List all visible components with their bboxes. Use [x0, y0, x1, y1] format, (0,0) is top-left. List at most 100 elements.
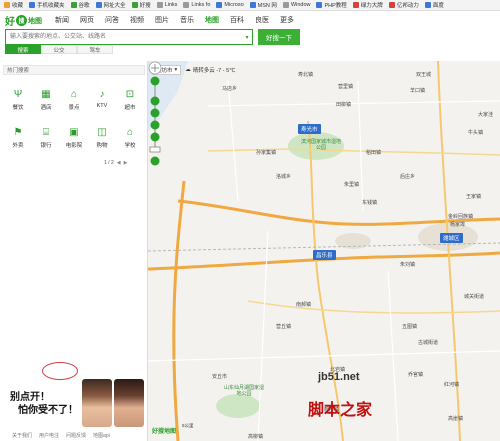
- bookmark-item[interactable]: Window: [282, 2, 310, 8]
- zoom-level-icon[interactable]: [150, 96, 160, 106]
- footer-link[interactable]: 地图api: [93, 432, 110, 439]
- bookmark-item[interactable]: 好搜: [131, 1, 151, 9]
- nav-item[interactable]: 问答: [105, 15, 119, 25]
- category-item[interactable]: ◫ 购物: [88, 127, 116, 149]
- bank-icon: ⌸: [43, 127, 49, 138]
- category-item[interactable]: ⌂ 学校: [116, 127, 144, 149]
- footer-link[interactable]: 用户电注: [39, 432, 59, 439]
- category-item[interactable]: ⌂ 景点: [60, 89, 88, 111]
- road: [247, 300, 500, 314]
- chevron-left-icon[interactable]: ◀: [117, 160, 121, 166]
- bookmark-label: MSN 网: [257, 3, 277, 9]
- zoom-level-icon[interactable]: [150, 132, 160, 142]
- place-label: 城关街道: [464, 294, 485, 300]
- link-icon: [156, 2, 163, 8]
- footer-link[interactable]: 问题反馈: [66, 432, 86, 439]
- road: [148, 350, 500, 362]
- mode-tab[interactable]: 公交: [41, 45, 77, 54]
- bookmark-item[interactable]: 面度: [424, 1, 444, 9]
- zoom-out-icon[interactable]: [150, 156, 160, 166]
- place-label: 安丘市: [212, 374, 228, 380]
- left-panel: 热门搜索 Ψ 餐饮 ▦ 酒店 ⌂ 景点 ♪ KTV ⊡ 超市 ⚑ 外卖 ⌸ 银行 ▣ 电影院 ◫ 购物 ⌂ 学校 1 …: [0, 61, 148, 441]
- category-label: 学校: [124, 143, 136, 149]
- bookmark-label: 收藏: [12, 3, 24, 9]
- highway: [172, 180, 186, 441]
- nav-item[interactable]: 音乐: [180, 15, 194, 25]
- category-item[interactable]: Ψ 餐饮: [4, 89, 32, 111]
- category-item[interactable]: ⊡ 超市: [116, 89, 144, 111]
- nav-item[interactable]: 新闻: [55, 15, 69, 25]
- city-tag-changle[interactable]: 昌乐县: [313, 250, 336, 260]
- category-item[interactable]: ▣ 电影院: [60, 127, 88, 149]
- zoom-level-icon[interactable]: [150, 108, 160, 118]
- category-label: 银行: [40, 143, 52, 149]
- category-pager: 1 / 2 ◀ ▶: [104, 160, 127, 166]
- category-item[interactable]: ♪ KTV: [88, 89, 116, 111]
- category-label: KTV: [96, 103, 108, 109]
- page-icon: [131, 2, 138, 8]
- nav-item[interactable]: 更多: [280, 15, 294, 25]
- chevron-down-icon[interactable]: ▾: [242, 34, 252, 41]
- bookmark-item[interactable]: 收藏: [4, 1, 23, 9]
- place-label: 五图镇: [402, 324, 418, 330]
- park-area: [216, 394, 260, 418]
- category-label: 酒店: [40, 105, 52, 111]
- road: [357, 80, 364, 212]
- search-box: ▾: [5, 29, 253, 45]
- zoom-in-icon[interactable]: [150, 76, 160, 86]
- zoom-slider-handle[interactable]: [149, 146, 161, 153]
- city-tag-shouguang[interactable]: 寿光市: [298, 124, 321, 134]
- school-icon: ⌂: [126, 127, 134, 138]
- footer-link[interactable]: 关于我们: [12, 432, 32, 439]
- scenic-icon: ⌂: [70, 89, 78, 100]
- bookmark-label: 亿邦动力: [396, 3, 419, 9]
- search-button[interactable]: 好搜一下: [258, 29, 300, 45]
- bookmark-item[interactable]: Microso: [216, 2, 244, 8]
- bookmark-item[interactable]: 谷歌: [70, 1, 90, 9]
- mode-tab[interactable]: 搜索: [5, 45, 41, 54]
- pager-text: 1 / 2: [104, 160, 114, 166]
- nav-item[interactable]: 视频: [130, 15, 144, 25]
- ad-banner[interactable]: 别点开！ 怕你受不了！: [0, 379, 148, 429]
- chevron-down-icon: ▾: [174, 67, 178, 73]
- bookmark-item[interactable]: 手机收藏夹: [29, 1, 65, 9]
- map-city-bar: 潍坊市 ▾ ☁ 晴转多云 -7 - 5℃: [152, 65, 235, 75]
- bookmark-item[interactable]: 亿邦动力: [388, 1, 419, 9]
- bookmark-item[interactable]: 绿力大牌: [352, 1, 383, 9]
- hot-search-title: 热门搜索: [3, 65, 145, 75]
- mode-tab[interactable]: 驾车: [77, 45, 113, 54]
- header: 好 搜 地图 新闻 网页 问答 视频 图片 音乐 地图 百科 良医 更多 ▾ 好搜一下 搜索公交驾…: [0, 11, 500, 61]
- category-label: 购物: [96, 143, 108, 149]
- place-label: 马店乡: [222, 86, 238, 92]
- road: [307, 120, 344, 441]
- bookmark-item[interactable]: Links: [156, 2, 177, 8]
- bookmark-item[interactable]: 网址大全: [95, 1, 126, 9]
- page-icon: [388, 2, 395, 8]
- logo[interactable]: 好 搜 地图: [5, 13, 42, 28]
- chevron-right-icon[interactable]: ▶: [124, 160, 128, 166]
- bookmark-item[interactable]: PHP教程: [316, 1, 347, 9]
- place-label: 大家洼: [478, 112, 494, 118]
- place-label: 高崖镇: [448, 416, 464, 422]
- nav-item[interactable]: 百科: [230, 15, 244, 25]
- category-item[interactable]: ⚑ 外卖: [4, 127, 32, 149]
- category-item[interactable]: ▦ 酒店: [32, 89, 60, 111]
- nav-item[interactable]: 地图: [205, 15, 219, 25]
- category-label: 电影院: [65, 143, 83, 149]
- city-tag-weicheng[interactable]: 潍城区: [440, 233, 463, 243]
- place-label: 金岭回族镇: [448, 214, 474, 220]
- zoom-level-icon[interactable]: [150, 120, 160, 130]
- map-view[interactable]: 潍坊市 ▾ ☁ 晴转多云 -7 - 5℃ 寿光市 潍城区 昌乐县 滨河国家城市湿…: [148, 61, 500, 441]
- search-input[interactable]: [6, 30, 242, 44]
- bookmark-item[interactable]: Links fo: [183, 2, 210, 8]
- nav-item[interactable]: 图片: [155, 15, 169, 25]
- category-item[interactable]: ⌸ 银行: [32, 127, 60, 149]
- bookmark-item[interactable]: MSN 网: [249, 1, 277, 9]
- dining-icon: Ψ: [13, 89, 23, 100]
- park-label: 滨河国家城市湿地公园: [300, 139, 341, 151]
- zoom-control[interactable]: [148, 61, 162, 169]
- bookmarks-bar: 收藏 手机收藏夹 谷歌 网址大全 好搜 Links Links fo Microso MSN 网…: [0, 0, 500, 11]
- nav-item[interactable]: 良医: [255, 15, 269, 25]
- nav-item[interactable]: 网页: [80, 15, 94, 25]
- place-label: 营丘镇: [276, 324, 292, 330]
